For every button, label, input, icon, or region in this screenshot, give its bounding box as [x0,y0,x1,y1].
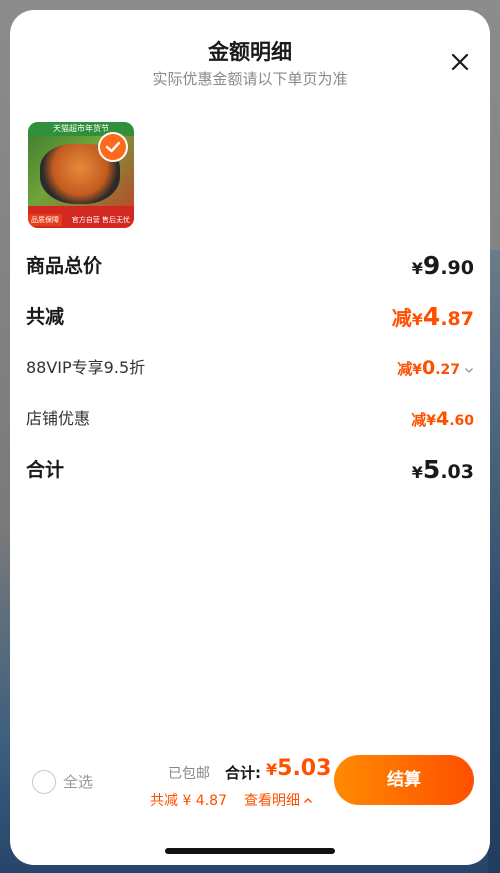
subtotal-value: ¥9.90 [412,250,474,285]
currency-symbol: ¥ [411,310,423,329]
shop-discount-value: 减¥4.60 [411,403,474,437]
vip-discount-row[interactable]: 88VIP专享9.5折 减¥0.27 [26,352,474,384]
select-all-checkbox[interactable] [32,770,56,794]
currency-symbol: ¥ [412,362,422,378]
product-quality-tag: 品质保障 [28,214,62,226]
currency-symbol: ¥ [411,463,423,482]
sheet-header: 金额明细 实际优惠金额请以下单页为准 [10,10,490,105]
chevron-down-icon [465,367,473,373]
subtotal-label: 商品总价 [26,255,103,277]
view-detail-link[interactable]: 查看明细 [244,790,313,810]
amount-decimal: .27 [435,362,460,378]
total-reduction-row: 共减 减¥4.87 [26,301,474,333]
chevron-up-icon [304,798,312,803]
amount-value: 5.03 [277,756,332,781]
amount-integer: 5 [422,455,441,484]
free-shipping-text: 已包邮 [168,766,210,782]
close-button[interactable] [448,50,472,74]
product-selected-check[interactable] [98,132,128,162]
bar-total-amount: ¥5.03 [266,756,331,781]
product-thumbnail[interactable]: 天猫超市年货节 品质保障 官方自营 售后无忧 [28,122,134,228]
currency-symbol: ¥ [411,259,423,278]
total-value: ¥5.03 [412,454,474,489]
home-indicator[interactable] [165,848,335,854]
sheet-subtitle: 实际优惠金额请以下单页为准 [152,70,348,88]
close-icon [451,53,469,71]
reduction-prefix: 减 [391,306,412,330]
currency-symbol: ¥ [266,760,278,779]
sheet-title: 金额明细 [208,40,292,64]
check-icon [105,141,121,153]
select-all-label: 全选 [63,773,94,791]
amount-decimal: .60 [449,413,474,429]
product-service-badge: 官方自营 售后无忧 [71,216,130,224]
amount-integer: 4 [435,408,450,430]
view-detail-label: 查看明细 [244,793,300,809]
shop-discount-label: 店铺优惠 [26,409,91,428]
amount-integer: 9 [422,251,441,280]
amount-decimal: .03 [440,461,474,483]
bar-total-label: 合计: [225,764,261,782]
amount-integer: 0 [421,357,436,379]
amount-decimal: .87 [440,308,474,330]
checkout-button[interactable]: 结算 [334,755,474,805]
total-reduction-value: 减¥4.87 [392,301,474,336]
total-row: 合计 ¥5.03 [26,454,474,486]
total-label: 合计 [26,459,65,481]
vip-discount-value: 减¥0.27 [397,352,474,386]
reduction-prefix: 减 [397,360,413,378]
reduction-prefix: 减 [411,411,427,429]
total-reduction-label: 共减 [26,306,65,328]
checkout-bar: 全选 已包邮 合计: ¥5.03 共减 ¥ 4.87 查看明细 结算 [10,750,490,820]
subtotal-row: 商品总价 ¥9.90 [26,250,474,282]
amount-integer: 4 [422,302,441,331]
vip-discount-label: 88VIP专享9.5折 [26,358,146,377]
amount-detail-sheet: 金额明细 实际优惠金额请以下单页为准 天猫超市年货节 品质保障 官方自营 售后无… [10,10,490,865]
shop-discount-row: 店铺优惠 减¥4.60 [26,403,474,435]
bar-reduction-text: 共减 ¥ 4.87 [150,793,227,809]
currency-symbol: ¥ [426,413,436,429]
amount-decimal: .90 [440,257,474,279]
